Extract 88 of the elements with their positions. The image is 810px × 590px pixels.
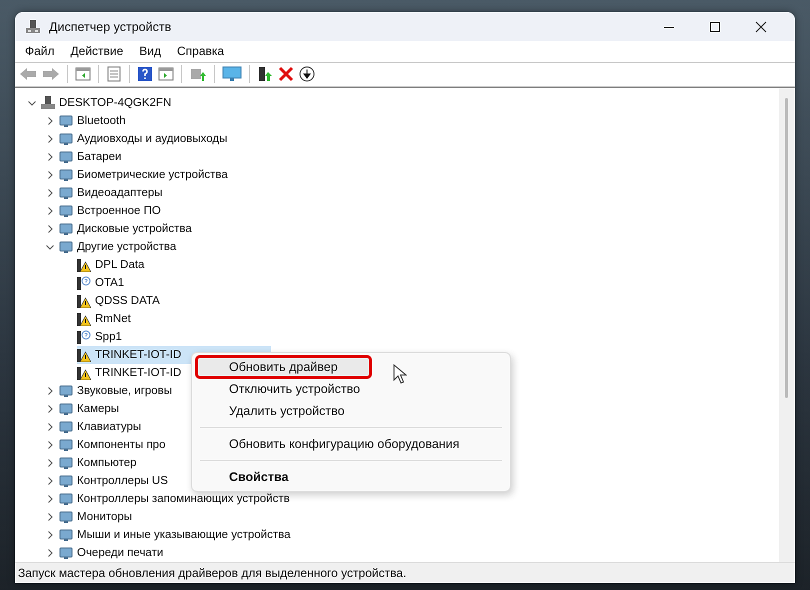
chevron-icon[interactable] [45, 422, 55, 432]
tree-item[interactable]: Дисковые устройства [59, 220, 198, 238]
context-menu-item[interactable]: Обновить драйвер [196, 356, 371, 378]
tree-item[interactable]: Очереди печати [59, 544, 170, 562]
monitor-icon[interactable] [222, 66, 242, 82]
context-menu-item[interactable]: Удалить устройство [196, 400, 506, 422]
tree-item[interactable]: Звуковые, игровы [59, 382, 178, 400]
tree-item[interactable]: OTA1 [77, 274, 130, 292]
chevron-icon[interactable] [45, 476, 55, 486]
chevron-icon[interactable] [45, 206, 55, 216]
close-icon[interactable] [755, 20, 767, 33]
tree-item[interactable]: Биометрические устройства [59, 166, 234, 184]
chevron-icon[interactable] [45, 242, 55, 252]
window-title: Диспетчер устройств [49, 20, 172, 34]
chevron-icon[interactable] [45, 224, 55, 234]
computer-icon [41, 96, 55, 110]
chevron-icon[interactable] [45, 548, 55, 558]
tree-item[interactable]: Аудиовходы и аудиовыходы [59, 130, 234, 148]
cursor-icon [393, 364, 407, 384]
tree-item[interactable]: Компьютер [59, 454, 143, 472]
tree-item[interactable]: Bluetooth [59, 112, 132, 130]
chevron-icon[interactable] [45, 440, 55, 450]
device-category-icon [59, 222, 73, 236]
device-category-icon [59, 186, 73, 200]
tree-item[interactable]: QDSS DATA [77, 292, 166, 310]
context-menu-item[interactable]: Обновить конфигурацию оборудования [196, 433, 506, 455]
chevron-icon[interactable] [45, 188, 55, 198]
chevron-icon[interactable] [45, 152, 55, 162]
tree-item[interactable]: DESKTOP-4QGK2FN [41, 94, 178, 112]
device-category-icon [59, 384, 73, 398]
tree-item[interactable]: Мониторы [59, 508, 138, 526]
device-category-icon [59, 546, 73, 560]
menu-item[interactable]: Вид [139, 44, 161, 58]
tree-item[interactable]: Батареи [59, 148, 128, 166]
device-category-icon [59, 510, 73, 524]
tree-item[interactable]: RmNet [77, 310, 137, 328]
download-icon[interactable] [299, 66, 315, 82]
panel-icon[interactable] [75, 66, 91, 82]
device-category-icon [59, 456, 73, 470]
tree-item[interactable]: Камеры [59, 400, 126, 418]
device-category-icon [59, 168, 73, 182]
scan-hardware-icon[interactable] [189, 66, 207, 82]
chevron-icon[interactable] [45, 170, 55, 180]
context-menu-item[interactable]: Отключить устройство [196, 378, 506, 400]
chevron-icon[interactable] [45, 530, 55, 540]
panel-icon[interactable] [158, 66, 174, 82]
tree-item[interactable]: Встроенное ПО [59, 202, 167, 220]
tree-item[interactable]: Spp1 [77, 328, 128, 346]
chevron-icon[interactable] [45, 494, 55, 504]
chevron-icon[interactable] [45, 404, 55, 414]
chevron-icon[interactable] [45, 134, 55, 144]
tree-item[interactable]: Клавиатуры [59, 418, 148, 436]
device-category-icon [59, 438, 73, 452]
scrollbar[interactable] [779, 88, 795, 562]
device-category-icon [59, 240, 73, 254]
status-bar-text: Запуск мастера обновления драйверов для выделенного устройства. [15, 562, 795, 583]
device-category-icon [59, 420, 73, 434]
context-menu-item[interactable]: Свойства [196, 466, 506, 488]
remove-icon[interactable] [278, 66, 294, 82]
device-category-icon [59, 114, 73, 128]
update-driver-icon[interactable] [257, 66, 273, 82]
tree-item[interactable]: Мыши и иные указывающие устройства [59, 526, 297, 544]
menu-item[interactable]: Справка [177, 44, 224, 58]
chevron-icon[interactable] [45, 116, 55, 126]
maximize-icon[interactable] [709, 20, 721, 33]
device-category-icon [59, 150, 73, 164]
chevron-icon[interactable] [45, 386, 55, 396]
tree-item[interactable]: TRINKET-IOT-ID [77, 364, 188, 382]
tree-item[interactable]: Контроллеры US [59, 472, 174, 490]
device-category-icon [59, 402, 73, 416]
device-category-icon [59, 474, 73, 488]
menu-item[interactable]: Файл [25, 44, 55, 58]
device-manager-icon [25, 18, 41, 35]
tree-item[interactable]: Контроллеры запоминающих устройств [59, 490, 296, 508]
tree-item[interactable]: DPL Data [77, 256, 150, 274]
device-category-icon [59, 492, 73, 506]
menu-item[interactable]: Действие [70, 44, 124, 58]
tree-item[interactable]: Видеоадаптеры [59, 184, 169, 202]
device-category-icon [59, 204, 73, 218]
device-category-icon [59, 132, 73, 146]
tree-item[interactable]: Компоненты про [59, 436, 172, 454]
tree-item[interactable]: Другие устройства [59, 238, 182, 256]
chevron-icon[interactable] [27, 98, 37, 108]
list-icon[interactable] [106, 66, 122, 82]
help-icon[interactable] [137, 66, 153, 82]
chevron-icon[interactable] [45, 458, 55, 468]
device-category-icon [59, 528, 73, 542]
chevron-icon[interactable] [45, 512, 55, 522]
